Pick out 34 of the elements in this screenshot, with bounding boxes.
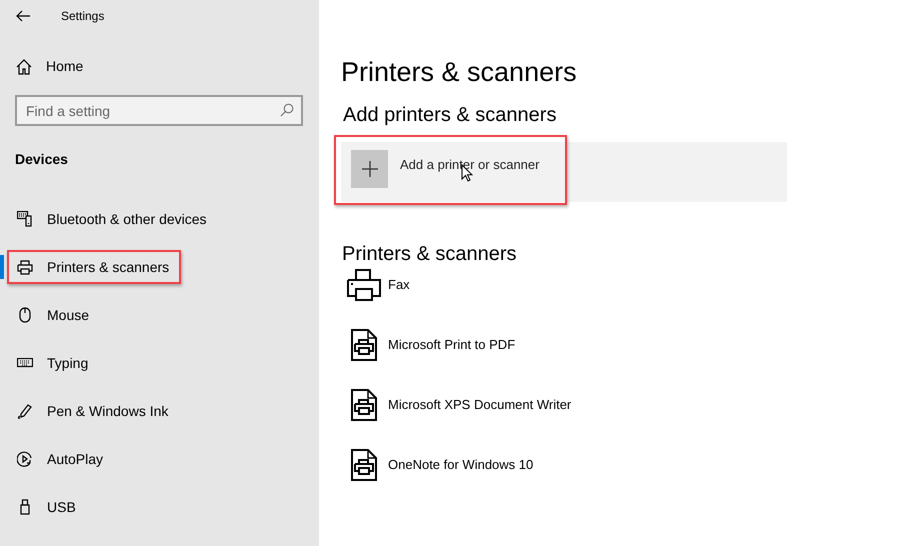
pen-icon <box>17 403 33 419</box>
mouse-icon <box>19 307 31 323</box>
search-field[interactable]: Find a setting <box>15 95 303 126</box>
home-icon <box>16 58 32 74</box>
play-icon <box>17 451 33 467</box>
document-printer-icon <box>351 449 377 481</box>
section-heading: Printers & scanners <box>342 242 517 267</box>
printer-name[interactable]: OneNote for Windows 10 <box>388 455 534 474</box>
document-printer-icon <box>351 389 377 421</box>
nav-item[interactable]: Mouse <box>7 301 102 329</box>
printer-icon <box>347 269 381 301</box>
keyboard-device-icon <box>17 211 33 227</box>
usb-icon <box>20 499 30 515</box>
section-heading: Devices <box>15 150 68 169</box>
printer-name[interactable]: Microsoft XPS Document Writer <box>388 395 572 414</box>
printer-name[interactable]: Microsoft Print to PDF <box>388 335 516 354</box>
home-link[interactable]: Home <box>16 56 84 77</box>
nav-item[interactable]: Bluetooth & other devices <box>7 205 219 233</box>
document-printer-icon <box>351 329 377 361</box>
search-icon <box>280 103 294 117</box>
add-printer-button[interactable]: Add a printer or scanner <box>341 142 787 202</box>
nav-item[interactable]: AutoPlay <box>7 445 116 473</box>
printer-name[interactable]: Fax <box>388 275 410 294</box>
page-title: Printers & scanners <box>341 56 577 89</box>
nav-item[interactable]: USB <box>7 493 88 521</box>
section-heading: Add printers & scanners <box>343 103 556 128</box>
plus-icon <box>360 160 378 178</box>
window-title: Settings <box>61 8 104 25</box>
nav-item[interactable]: Typing <box>7 349 100 377</box>
nav-item[interactable]: Printers & scanners <box>7 250 182 284</box>
back-arrow-icon[interactable] <box>16 10 30 22</box>
printer-icon <box>17 260 33 274</box>
keyboard-icon <box>17 358 33 368</box>
nav-item[interactable]: Pen & Windows Ink <box>7 397 180 425</box>
